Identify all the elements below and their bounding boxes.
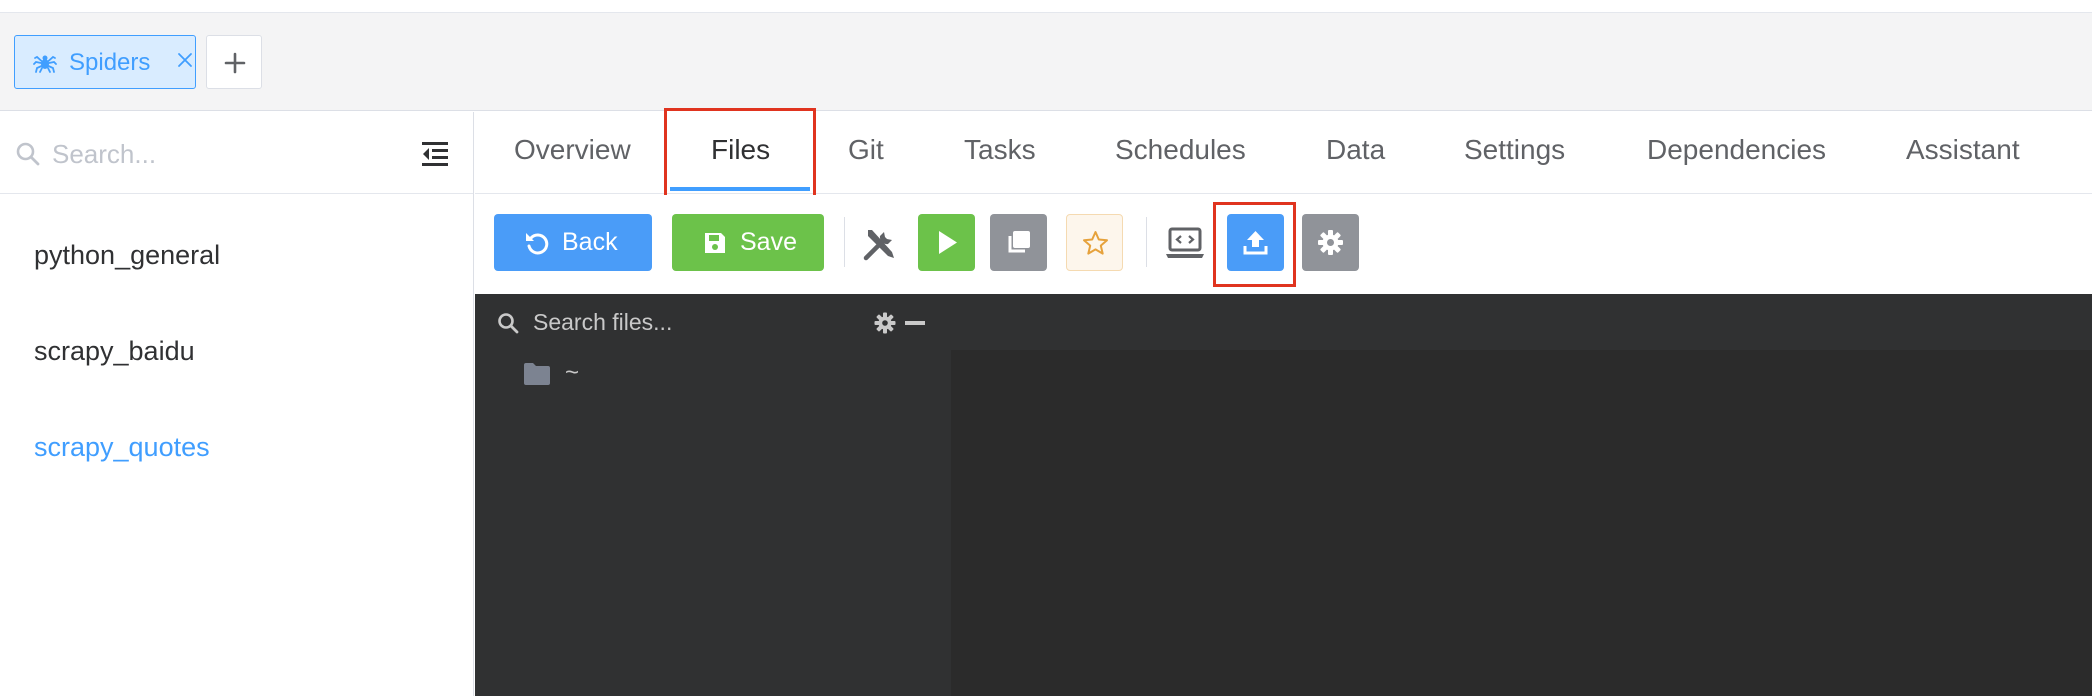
run-button[interactable]	[918, 214, 975, 271]
plus-icon	[224, 52, 246, 74]
toolbar-divider	[844, 217, 845, 267]
add-tab-button[interactable]	[206, 35, 262, 89]
clone-button[interactable]	[990, 214, 1047, 271]
spider-icon	[33, 55, 57, 73]
tab-spiders-label: Spiders	[69, 49, 151, 76]
save-button-label: Save	[740, 228, 797, 256]
back-button-label: Back	[562, 228, 618, 256]
editor-tab-bar	[951, 294, 2092, 350]
files-tab-highlight	[664, 108, 816, 201]
close-icon[interactable]	[175, 50, 195, 70]
back-button[interactable]: Back	[494, 214, 652, 271]
gear-icon	[1318, 230, 1343, 255]
play-icon	[939, 231, 957, 254]
code-editor[interactable]	[951, 294, 2092, 696]
tab-settings[interactable]: Settings	[1464, 134, 1565, 166]
tab-dependencies[interactable]: Dependencies	[1647, 134, 1826, 166]
tab-git[interactable]: Git	[848, 134, 884, 166]
spider-item-scrapy-baidu[interactable]: scrapy_baidu	[34, 336, 195, 367]
root-folder-label[interactable]: ~	[565, 359, 579, 387]
save-button[interactable]: Save	[672, 214, 824, 271]
sidebar-search	[0, 112, 473, 194]
search-icon	[498, 313, 519, 334]
tab-spiders[interactable]: Spiders	[14, 35, 196, 89]
tab-tasks[interactable]: Tasks	[964, 134, 1036, 166]
tab-data[interactable]: Data	[1326, 134, 1385, 166]
ide-icon[interactable]	[1165, 225, 1205, 261]
spider-item-scrapy-quotes[interactable]: scrapy_quotes	[34, 432, 210, 463]
folder-icon	[524, 363, 550, 385]
tools-icon[interactable]	[862, 226, 898, 262]
tab-assistant[interactable]: Assistant	[1906, 134, 2020, 166]
sidebar-search-input[interactable]	[52, 132, 382, 176]
save-icon	[705, 232, 725, 253]
gear-icon[interactable]	[873, 311, 897, 335]
favorite-button[interactable]	[1066, 214, 1123, 271]
minus-icon[interactable]	[905, 321, 925, 325]
file-settings-button[interactable]	[1302, 214, 1359, 271]
tab-overview[interactable]: Overview	[514, 134, 631, 166]
spider-sidebar: python_general scrapy_baidu scrapy_quote…	[0, 112, 474, 696]
tab-schedules[interactable]: Schedules	[1115, 134, 1246, 166]
collapse-sidebar-icon[interactable]	[420, 139, 450, 169]
star-icon	[1083, 231, 1108, 255]
upload-button-highlight	[1213, 202, 1296, 287]
tabs-bar: Spiders	[0, 13, 2092, 111]
top-strip	[0, 0, 2092, 13]
spider-item-python-general[interactable]: python_general	[34, 240, 220, 271]
copy-icon	[1008, 231, 1030, 253]
file-search-input[interactable]	[533, 302, 833, 342]
search-icon	[16, 142, 40, 166]
undo-icon	[526, 232, 549, 254]
file-navigator: ~	[475, 294, 951, 696]
toolbar-divider	[1146, 217, 1147, 267]
